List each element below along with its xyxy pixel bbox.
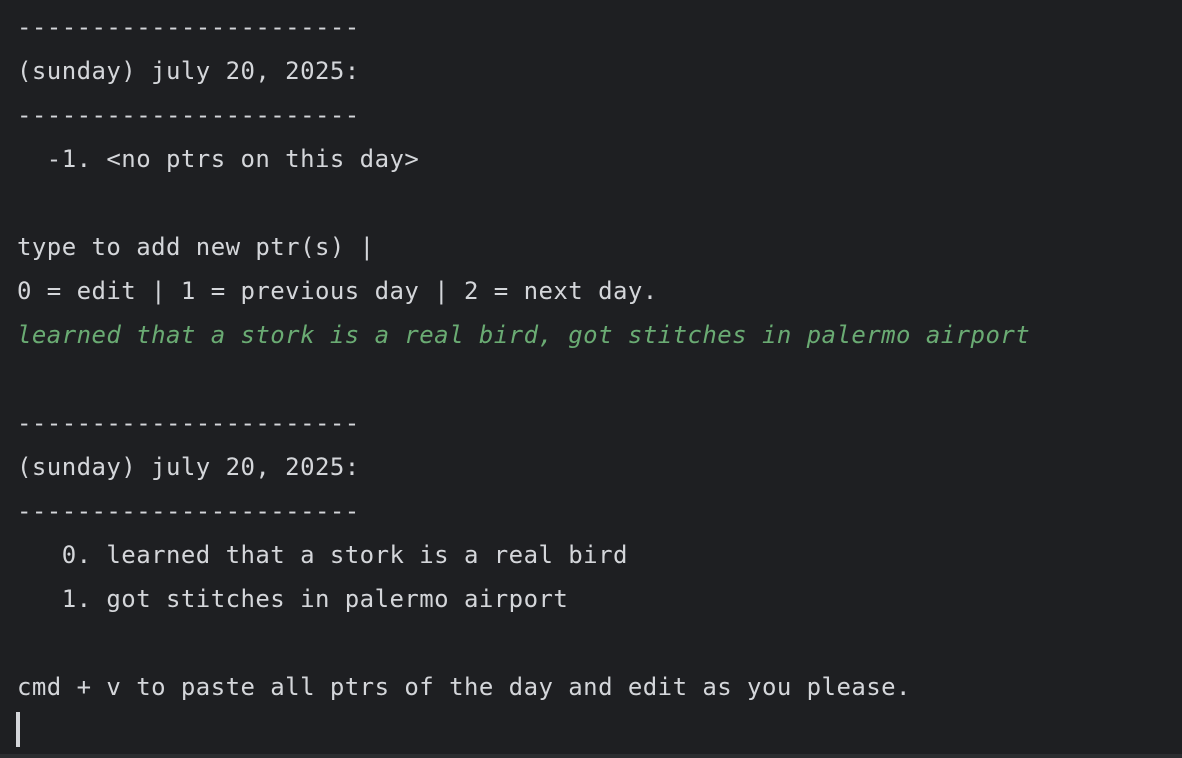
entry-line: 1. got stitches in palermo airport [17,585,569,613]
entry-line: 0. learned that a stork is a real bird [17,541,628,569]
entry-line: -1. <no ptrs on this day> [17,145,420,173]
terminal-output[interactable]: ----------------------- (sunday) july 20… [0,0,1182,758]
separator-line: ----------------------- [17,497,360,525]
separator-line: ----------------------- [17,13,360,41]
date-header: (sunday) july 20, 2025: [17,57,360,85]
text-cursor[interactable] [16,712,20,747]
separator-line: ----------------------- [17,409,360,437]
footer-hint: cmd + v to paste all ptrs of the day and… [17,673,911,701]
prompt-line: 0 = edit | 1 = previous day | 2 = next d… [17,277,658,305]
prompt-line: type to add new ptr(s) | [17,233,375,261]
user-input-line: learned that a stork is a real bird, got… [17,321,1031,349]
date-header: (sunday) july 20, 2025: [17,453,360,481]
separator-line: ----------------------- [17,101,360,129]
